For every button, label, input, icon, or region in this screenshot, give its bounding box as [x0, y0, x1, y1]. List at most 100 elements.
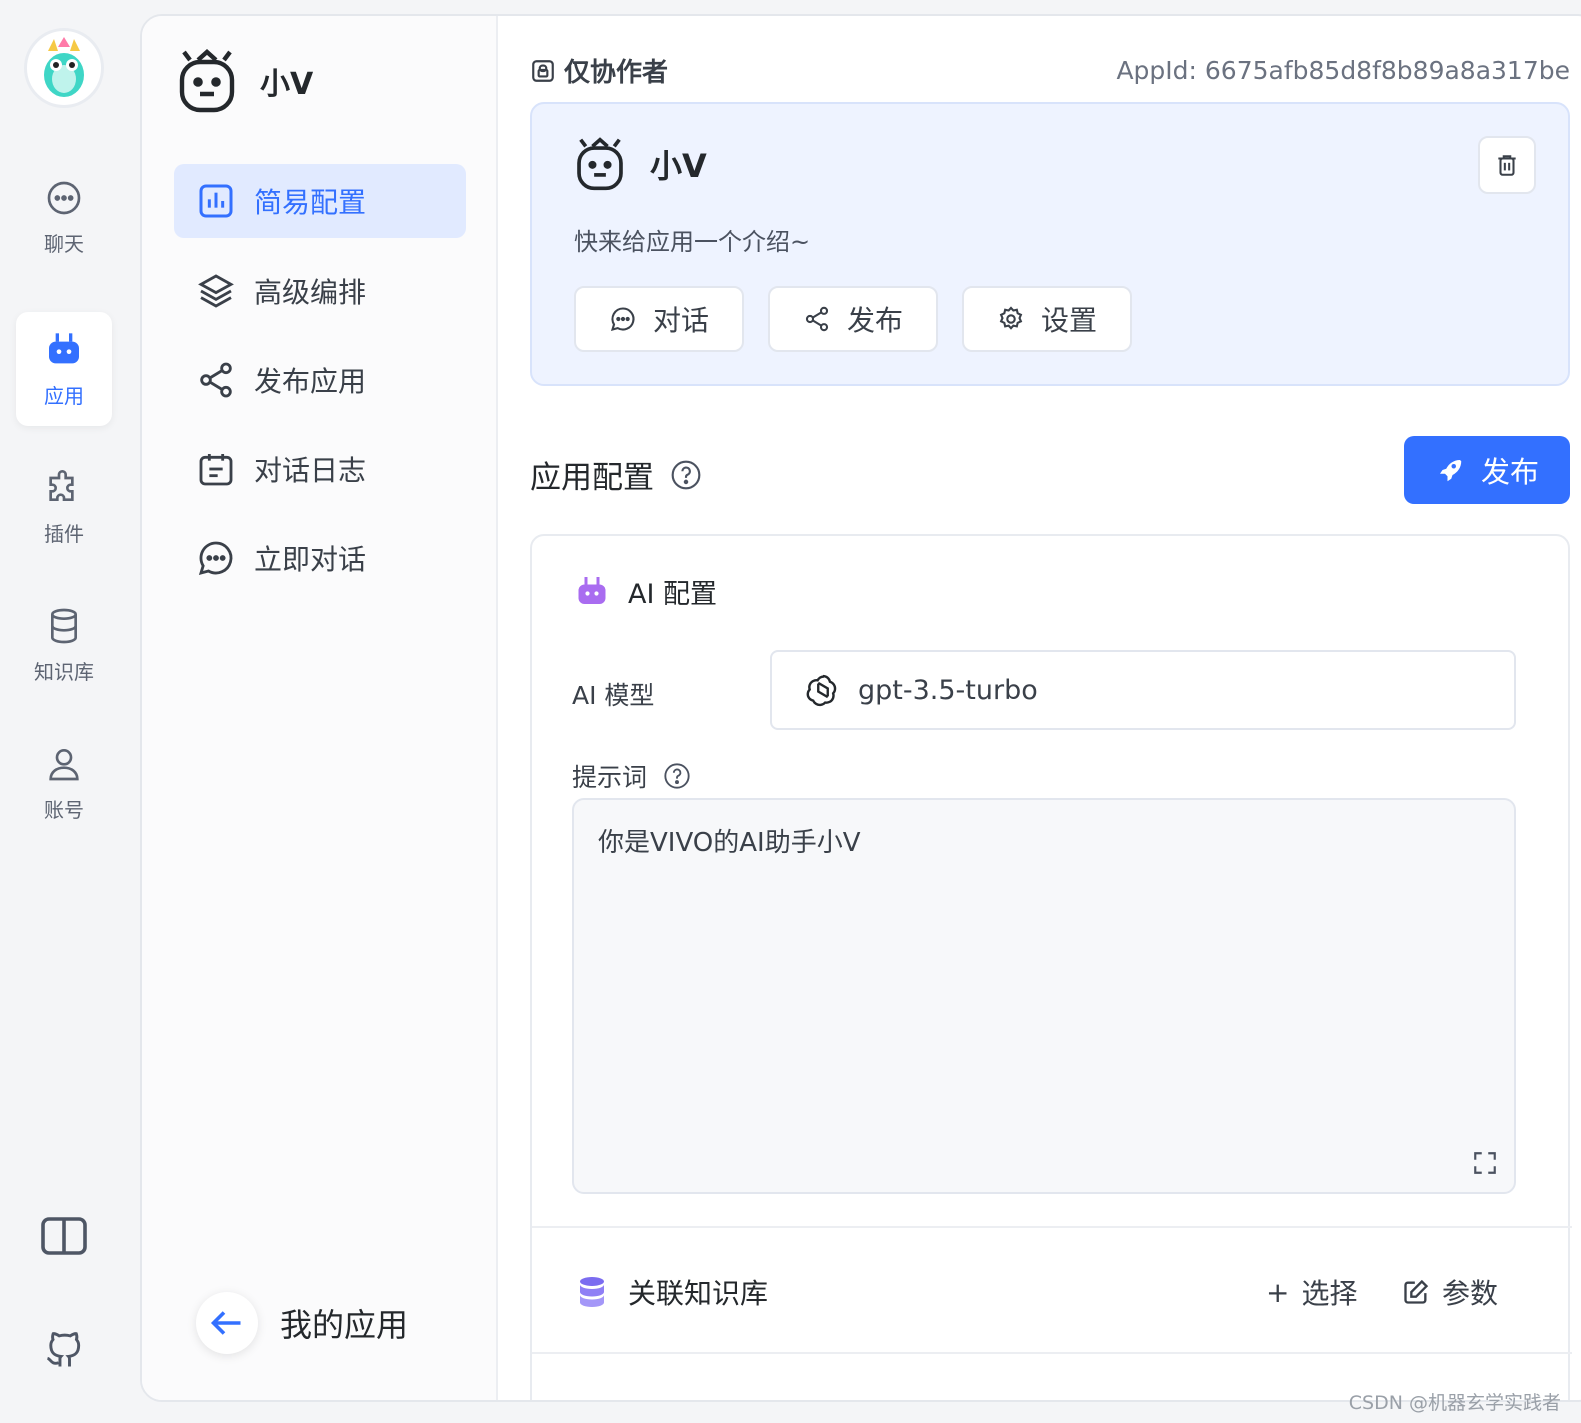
card-chat-label: 对话: [652, 304, 709, 337]
nav-item-label: 聊天: [44, 231, 84, 256]
database-icon: [51, 608, 77, 643]
lock-icon: [532, 59, 554, 82]
kb-title: 关联知识库: [628, 1277, 769, 1310]
nav-item-label: 账号: [44, 797, 84, 822]
delete-app-button[interactable]: [1478, 136, 1536, 194]
back-arrow-button[interactable]: [196, 1292, 258, 1354]
content-topline: 仅协作者 AppId: 6675afb85d8f8b89a8a317be: [530, 52, 1570, 89]
prompt-label-text: 提示词: [572, 763, 648, 792]
publish-label: 发布: [1480, 455, 1539, 489]
kb-params-button[interactable]: 参数: [1402, 1272, 1498, 1312]
github-icon: [46, 1332, 81, 1367]
menu-item-advanced[interactable]: 高级编排: [174, 254, 466, 328]
app-intro: 快来给应用一个介绍~: [574, 228, 811, 256]
openai-icon: [806, 674, 837, 707]
menu-item-simple-config[interactable]: 简易配置: [174, 164, 466, 238]
back-to-my-apps[interactable]: 我的应用: [196, 1292, 408, 1354]
nav-item-chat[interactable]: 聊天: [16, 160, 112, 274]
model-value: gpt-3.5-turbo: [858, 674, 1038, 706]
card-title: 小V: [574, 136, 707, 192]
card-settings-label: 设置: [1040, 304, 1097, 337]
kb-select-label: 选择: [1301, 1277, 1358, 1310]
nav-item-label: 插件: [44, 521, 84, 546]
menu-item-label: 发布应用: [254, 365, 367, 398]
app-logo[interactable]: [24, 28, 104, 108]
gear-icon: [999, 306, 1023, 330]
ai-config-panel: AI 配置 AI 模型 gpt-3.5-turbo 提示词 你是VIVO的AI助…: [530, 534, 1572, 1400]
prompt-textarea[interactable]: 你是VIVO的AI助手小V: [572, 798, 1516, 1194]
card-publish-label: 发布: [846, 304, 903, 337]
app-avatar-icon: [577, 137, 623, 191]
mascot-logo-icon: [44, 37, 84, 97]
database-icon: [580, 1277, 604, 1307]
help-circle-icon[interactable]: [663, 762, 691, 790]
watermark: CSDN @机器玄学实践者: [1348, 1392, 1561, 1414]
card-publish-button[interactable]: 发布: [768, 286, 938, 352]
share-icon: [200, 362, 232, 398]
card-settings-button[interactable]: 设置: [962, 286, 1132, 352]
nav-item-label: 应用: [44, 383, 84, 408]
app-config-title: 应用配置: [530, 452, 702, 497]
card-app-name: 小V: [650, 147, 707, 185]
section-title-text: 应用配置: [530, 460, 654, 496]
expand-icon[interactable]: [1472, 1150, 1498, 1176]
plus-icon: +: [1266, 1275, 1290, 1309]
nav-item-account[interactable]: 账号: [16, 726, 112, 840]
card-chat-button[interactable]: 对话: [574, 286, 744, 352]
permission-text: 仅协作者: [564, 58, 669, 88]
menu-item-label: 对话日志: [254, 454, 367, 487]
chart-bar-icon: [199, 184, 233, 218]
chat-icon: [198, 541, 233, 576]
kb-select-button[interactable]: + 选择: [1266, 1272, 1357, 1312]
menu-item-logs[interactable]: 对话日志: [174, 432, 466, 506]
book-icon: [41, 1217, 87, 1255]
back-label: 我的应用: [280, 1306, 409, 1344]
trash-icon: [1498, 155, 1516, 176]
side-app-header: 小V: [176, 48, 313, 114]
menu-item-chat-now[interactable]: 立即对话: [174, 521, 466, 595]
prompt-label: 提示词: [572, 758, 691, 794]
share-icon: [805, 306, 829, 332]
menu-item-publish[interactable]: 发布应用: [174, 343, 466, 417]
nav-item-knowledge[interactable]: 知识库: [16, 588, 112, 702]
puzzle-icon: [49, 469, 74, 501]
left-nav: 聊天 应用 插件 知识库 账号: [0, 0, 128, 1423]
nav-item-label: 知识库: [34, 659, 94, 684]
publish-button[interactable]: 发布: [1404, 436, 1570, 504]
calendar-log-icon: [199, 454, 233, 486]
nav-item-apps[interactable]: 应用: [16, 312, 112, 426]
menu-item-label: 立即对话: [254, 543, 367, 576]
docs-button[interactable]: [34, 1206, 94, 1266]
model-label: AI 模型: [572, 681, 655, 710]
panel-divider: [532, 1352, 1572, 1354]
config-content: 仅协作者 AppId: 6675afb85d8f8b89a8a317be 小V …: [530, 16, 1572, 1400]
app-id: AppId: 6675afb85d8f8b89a8a317be: [1116, 56, 1570, 85]
chat-icon: [47, 181, 81, 214]
chat-icon: [610, 307, 635, 332]
arrow-left-icon: [210, 1311, 241, 1335]
rocket-icon: [1439, 460, 1462, 482]
menu-item-label: 高级编排: [254, 276, 367, 309]
panel-divider: [532, 1226, 1572, 1228]
model-select[interactable]: gpt-3.5-turbo: [770, 650, 1516, 730]
robot-icon: [49, 332, 79, 363]
kb-params-label: 参数: [1442, 1277, 1499, 1310]
app-name: 小V: [260, 67, 314, 102]
app-avatar-icon: [179, 49, 235, 113]
edit-icon: [1404, 1279, 1429, 1304]
nav-item-plugins[interactable]: 插件: [16, 450, 112, 564]
app-editor-frame: 小V 简易配置 高级编排 发布应用 对话日志 立即对话 我的应用 仅协作者 Ap…: [140, 14, 1581, 1402]
app-info-card: 小V 快来给应用一个介绍~ 对话 发布 设置: [530, 102, 1570, 386]
github-button[interactable]: [34, 1320, 94, 1380]
permission-label: 仅协作者: [530, 52, 668, 89]
user-icon: [49, 748, 79, 780]
robot-icon: [578, 576, 606, 604]
ai-config-header: AI 配置: [574, 572, 717, 611]
help-circle-icon[interactable]: [670, 459, 702, 491]
prompt-text: 你是VIVO的AI助手小V: [598, 828, 861, 858]
knowledge-base-row: 关联知识库: [574, 1272, 768, 1312]
menu-item-label: 简易配置: [254, 186, 367, 219]
app-side-menu: 小V 简易配置 高级编排 发布应用 对话日志 立即对话 我的应用: [142, 16, 498, 1400]
layers-icon: [198, 274, 234, 308]
ai-config-title: AI 配置: [628, 579, 718, 610]
